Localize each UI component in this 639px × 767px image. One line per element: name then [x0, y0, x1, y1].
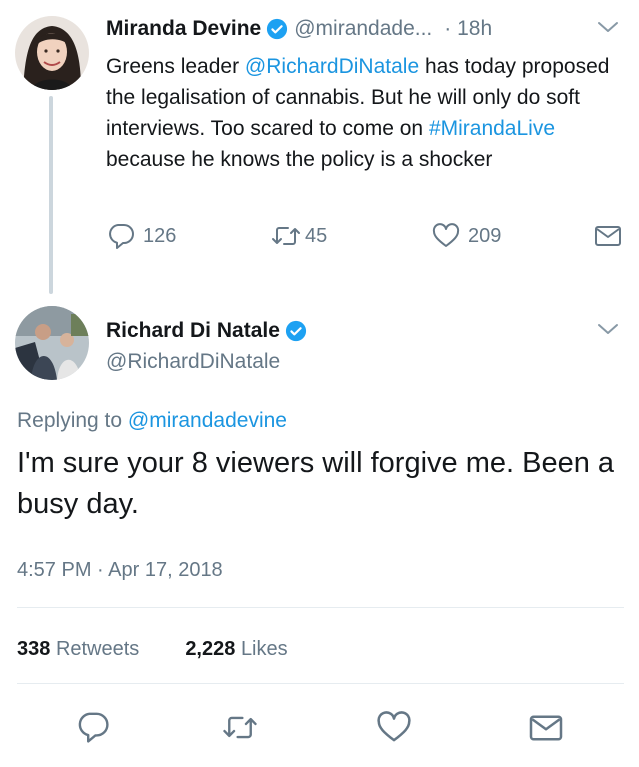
- parent-handle[interactable]: @mirandade...: [294, 17, 432, 41]
- tweet-stats: 338 Retweets 2,228 Likes: [17, 635, 288, 663]
- retweet-icon: [222, 712, 258, 743]
- reply-button[interactable]: [75, 710, 111, 744]
- parent-tweet-header: Miranda Devine @mirandade... · 18h: [106, 14, 492, 44]
- divider-bottom: [17, 683, 624, 684]
- verified-badge-icon: [266, 18, 288, 40]
- main-handle[interactable]: @RichardDiNatale: [106, 347, 280, 377]
- reply-icon: [75, 710, 111, 744]
- main-tweet-text: I'm sure your 8 viewers will forgive me.…: [17, 447, 615, 520]
- main-chevron-down-icon[interactable]: [597, 322, 619, 341]
- avatar-miranda[interactable]: [15, 16, 89, 90]
- like-button[interactable]: [375, 711, 413, 744]
- hashtag-link[interactable]: #MirandaLive: [429, 117, 555, 140]
- avatar-richard[interactable]: [15, 306, 89, 380]
- heart-icon: [375, 711, 413, 744]
- reply-icon: [106, 222, 136, 250]
- likes-count: 2,228: [185, 638, 236, 660]
- heart-icon: [431, 223, 461, 249]
- main-author-name[interactable]: Richard Di Natale: [106, 319, 280, 343]
- replying-to-line: Replying to @mirandadevine: [17, 406, 287, 436]
- retweet-icon: [271, 223, 301, 249]
- envelope-icon: [594, 224, 622, 248]
- parent-time[interactable]: · 18h: [444, 17, 492, 41]
- parent-author-name[interactable]: Miranda Devine: [106, 17, 261, 41]
- main-tweet-header: Richard Di Natale: [106, 316, 307, 346]
- retweet-button[interactable]: [222, 712, 258, 743]
- parent-like-count: 209: [468, 224, 502, 247]
- parent-reply-button[interactable]: 126: [106, 222, 176, 250]
- parent-text-part-3: because he knows the policy is a shocker: [106, 148, 493, 171]
- parent-like-button[interactable]: 209: [431, 222, 501, 250]
- replying-prefix: Replying to: [17, 409, 128, 432]
- parent-message-button[interactable]: [594, 222, 622, 250]
- likes-label: Likes: [240, 638, 288, 660]
- verified-badge-icon: [285, 320, 307, 342]
- parent-chevron-down-icon[interactable]: [597, 20, 619, 39]
- parent-text-part-1: Greens leader: [106, 55, 245, 78]
- parent-retweet-button[interactable]: 45: [271, 222, 327, 250]
- parent-tweet-text: Greens leader @RichardDiNatale has today…: [106, 51, 626, 175]
- message-button[interactable]: [528, 713, 564, 743]
- retweets-label: Retweets: [55, 638, 140, 660]
- parent-retweet-count: 45: [305, 224, 328, 247]
- divider-top: [17, 607, 624, 608]
- likes-stat[interactable]: 2,228 Likes: [185, 635, 287, 663]
- tweet-timestamp[interactable]: 4:57 PM · Apr 17, 2018: [17, 556, 223, 584]
- retweets-count: 338: [17, 638, 51, 660]
- thread-line: [49, 96, 53, 294]
- parent-reply-count: 126: [143, 224, 177, 247]
- envelope-icon: [528, 713, 564, 743]
- mention-link[interactable]: @RichardDiNatale: [245, 55, 419, 78]
- replying-to-link[interactable]: @mirandadevine: [128, 409, 287, 432]
- retweets-stat[interactable]: 338 Retweets: [17, 635, 139, 663]
